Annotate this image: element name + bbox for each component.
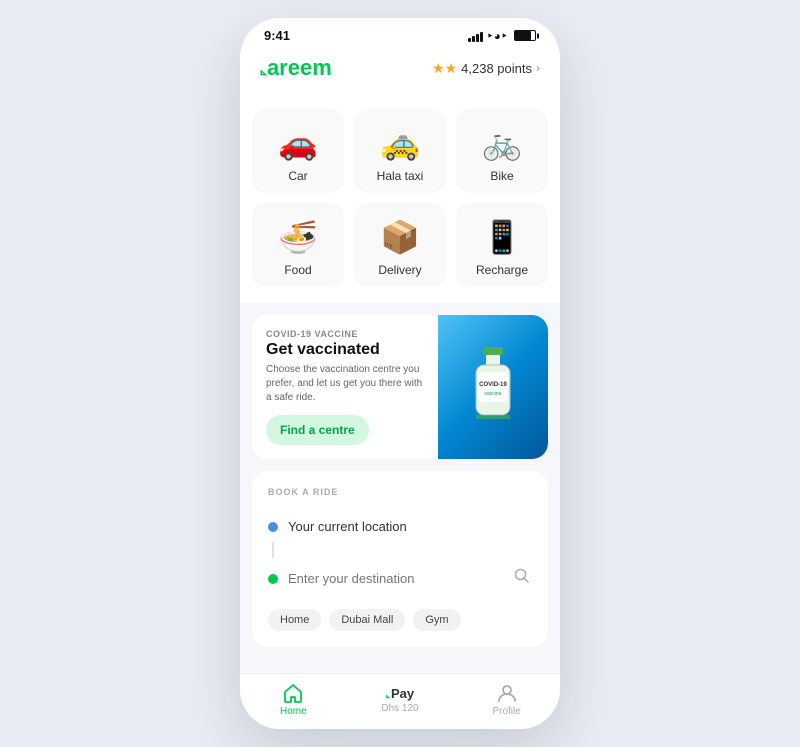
vaccine-card: COVID-19 VACCINE Get vaccinated Choose t… (252, 315, 548, 459)
nav-home-label: Home (280, 706, 307, 717)
current-location-dot (268, 522, 278, 532)
nav-pay[interactable]: 𝅊 Pay Dhs 120 (370, 686, 430, 714)
service-delivery-label: Delivery (378, 263, 421, 277)
careem-pay-c: 𝅊 (386, 687, 390, 700)
service-car[interactable]: 🚗 Car (252, 109, 344, 193)
service-recharge[interactable]: 📱 Recharge (456, 203, 548, 287)
delivery-icon: 📦 (380, 217, 420, 257)
bottom-nav: Home 𝅊 Pay Dhs 120 Profile (240, 673, 560, 729)
current-location-input[interactable] (288, 519, 532, 534)
food-icon: 🍜 (278, 217, 318, 257)
current-location-row (268, 511, 532, 542)
vaccine-title: Get vaccinated (266, 341, 424, 359)
nav-home[interactable]: Home (263, 682, 323, 717)
nav-pay-sublabel: Dhs 120 (381, 703, 418, 714)
dest-gym[interactable]: Gym (413, 609, 460, 631)
bike-icon: 🚲 (482, 123, 522, 163)
points-text: 4,238 points (461, 61, 532, 76)
ride-card: BOOK A RIDE (252, 471, 548, 647)
vaccine-content: COVID-19 VACCINE Get vaccinated Choose t… (252, 315, 438, 459)
ride-section-label: BOOK A RIDE (268, 487, 532, 497)
status-bar: 9:41 ‣◕‣ (240, 18, 560, 47)
destination-dot (268, 574, 278, 584)
vaccine-image: COVID-19 vaccine (438, 315, 548, 459)
scroll-content: 🚗 Car 🚕 Hala taxi 🚲 Bike 🍜 Food 📦 (240, 93, 560, 729)
service-delivery[interactable]: 📦 Delivery (354, 203, 446, 287)
phone-shell: 9:41 ‣◕‣ 𝅊areem ★★ 4,238 points › (240, 18, 560, 729)
svg-text:COVID-19: COVID-19 (479, 382, 507, 388)
recharge-icon: 📱 (482, 217, 522, 257)
services-grid: 🚗 Car 🚕 Hala taxi 🚲 Bike 🍜 Food 📦 (252, 109, 548, 287)
destination-input[interactable] (288, 571, 502, 586)
search-button[interactable] (512, 566, 532, 591)
service-recharge-label: Recharge (476, 263, 528, 277)
vaccine-tag: COVID-19 VACCINE (266, 329, 424, 339)
app-logo: 𝅊areem (260, 55, 332, 81)
service-hala-taxi[interactable]: 🚕 Hala taxi (354, 109, 446, 193)
dest-home[interactable]: Home (268, 609, 321, 631)
points-icon: ★★ (432, 60, 457, 77)
home-icon (282, 682, 304, 704)
service-car-label: Car (288, 169, 307, 183)
nav-profile[interactable]: Profile (477, 682, 537, 717)
service-bike[interactable]: 🚲 Bike (456, 109, 548, 193)
service-bike-label: Bike (490, 169, 513, 183)
svg-text:vaccine: vaccine (485, 391, 502, 397)
signal-icon (468, 30, 483, 42)
wifi-icon: ‣◕‣ (487, 29, 508, 43)
nav-profile-label: Profile (492, 706, 520, 717)
service-hala-taxi-label: Hala taxi (377, 169, 424, 183)
route-line (272, 542, 274, 558)
service-food-label: Food (284, 263, 311, 277)
careem-pay-text: Pay (391, 686, 414, 701)
profile-icon (496, 682, 518, 704)
vaccine-description: Choose the vaccination centre you prefer… (266, 363, 424, 405)
find-centre-button[interactable]: Find a centre (266, 415, 369, 445)
service-food[interactable]: 🍜 Food (252, 203, 344, 287)
points-badge[interactable]: ★★ 4,238 points › (432, 60, 540, 77)
quick-destinations: Home Dubai Mall Gym (268, 609, 532, 631)
points-arrow-icon: › (536, 61, 540, 75)
header: 𝅊areem ★★ 4,238 points › (240, 47, 560, 93)
services-card: 🚗 Car 🚕 Hala taxi 🚲 Bike 🍜 Food 📦 (240, 93, 560, 303)
dest-dubai-mall[interactable]: Dubai Mall (329, 609, 405, 631)
vaccine-bottle-svg: COVID-19 vaccine (458, 342, 528, 432)
destination-row (268, 558, 532, 599)
car-icon: 🚗 (278, 123, 318, 163)
ride-input-group (268, 511, 532, 599)
status-icons: ‣◕‣ (468, 29, 536, 43)
hala-taxi-icon: 🚕 (380, 123, 420, 163)
battery-icon (514, 30, 536, 41)
search-icon (514, 568, 530, 584)
status-time: 9:41 (264, 28, 290, 43)
